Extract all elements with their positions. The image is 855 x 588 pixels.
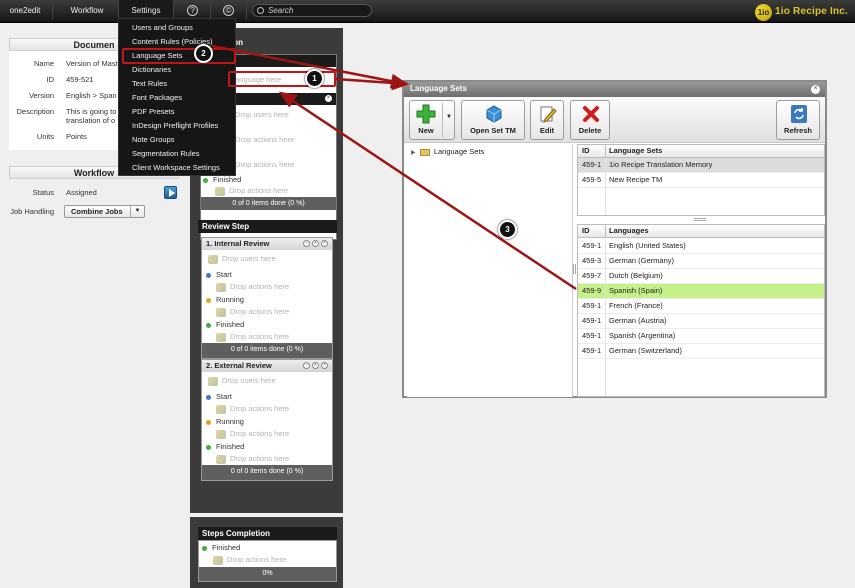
- callout-badge-3: 3: [498, 220, 517, 239]
- callout-arrow-3: [278, 91, 577, 291]
- callout-badge-2: 2: [194, 44, 213, 63]
- callout-badge-1: 1: [305, 69, 324, 88]
- annotation-arrows: [211, 44, 577, 291]
